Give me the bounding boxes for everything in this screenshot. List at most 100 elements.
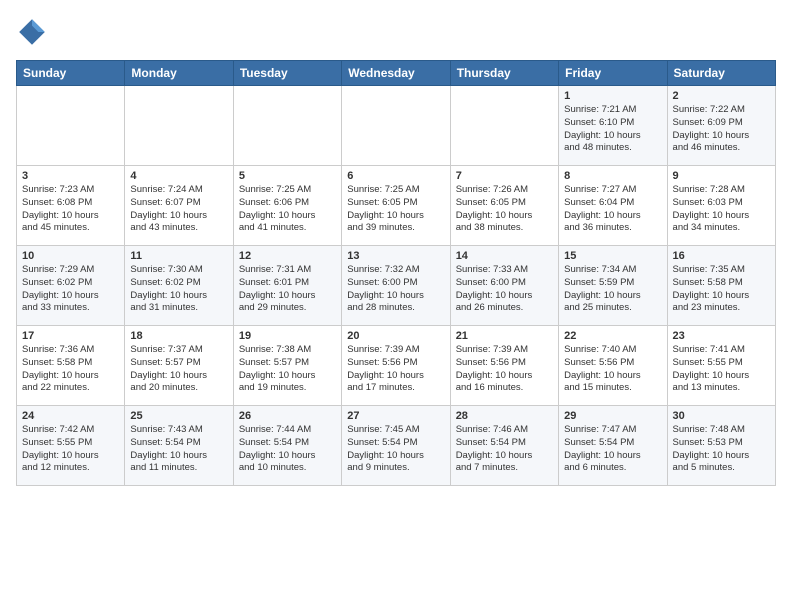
day-number: 19: [239, 330, 336, 342]
day-info: Sunrise: 7:31 AM Sunset: 6:01 PM Dayligh…: [239, 264, 336, 315]
calendar-cell: 8 Sunrise: 7:27 AM Sunset: 6:04 PM Daylig…: [559, 166, 667, 246]
day-info: Sunrise: 7:44 AM Sunset: 5:54 PM Dayligh…: [239, 424, 336, 475]
calendar-cell: [233, 86, 341, 166]
calendar-cell: 16 Sunrise: 7:35 AM Sunset: 5:58 PM Dayli…: [667, 246, 775, 326]
week-row-3: 10 Sunrise: 7:29 AM Sunset: 6:02 PM Dayli…: [17, 246, 776, 326]
day-info: Sunrise: 7:38 AM Sunset: 5:57 PM Dayligh…: [239, 344, 336, 395]
day-number: 17: [22, 330, 119, 342]
day-number: 1: [564, 90, 661, 102]
day-number: 10: [22, 250, 119, 262]
weekday-saturday: Saturday: [667, 61, 775, 86]
day-number: 8: [564, 170, 661, 182]
day-number: 12: [239, 250, 336, 262]
day-number: 29: [564, 410, 661, 422]
calendar-cell: 27 Sunrise: 7:45 AM Sunset: 5:54 PM Dayli…: [342, 406, 450, 486]
calendar-cell: 14 Sunrise: 7:33 AM Sunset: 6:00 PM Dayli…: [450, 246, 558, 326]
calendar-cell: 24Sunrise: 7:42 AM Sunset: 5:55 PM Dayli…: [17, 406, 125, 486]
day-number: 15: [564, 250, 661, 262]
calendar-cell: 2 Sunrise: 7:22 AM Sunset: 6:09 PM Daylig…: [667, 86, 775, 166]
day-number: 4: [130, 170, 227, 182]
weekday-friday: Friday: [559, 61, 667, 86]
day-info: Sunrise: 7:37 AM Sunset: 5:57 PM Dayligh…: [130, 344, 227, 395]
day-number: 2: [673, 90, 770, 102]
calendar-cell: 10 Sunrise: 7:29 AM Sunset: 6:02 PM Dayli…: [17, 246, 125, 326]
week-row-1: 1Sunrise: 7:21 AM Sunset: 6:10 PM Daylig…: [17, 86, 776, 166]
calendar-cell: 30 Sunrise: 7:48 AM Sunset: 5:53 PM Dayli…: [667, 406, 775, 486]
calendar-cell: [17, 86, 125, 166]
calendar-cell: 1Sunrise: 7:21 AM Sunset: 6:10 PM Daylig…: [559, 86, 667, 166]
day-info: Sunrise: 7:47 AM Sunset: 5:54 PM Dayligh…: [564, 424, 661, 475]
day-info: Sunrise: 7:43 AM Sunset: 5:54 PM Dayligh…: [130, 424, 227, 475]
weekday-tuesday: Tuesday: [233, 61, 341, 86]
day-number: 13: [347, 250, 444, 262]
day-number: 23: [673, 330, 770, 342]
day-number: 7: [456, 170, 553, 182]
day-number: 28: [456, 410, 553, 422]
day-number: 3: [22, 170, 119, 182]
day-info: Sunrise: 7:27 AM Sunset: 6:04 PM Dayligh…: [564, 184, 661, 235]
day-info: Sunrise: 7:36 AM Sunset: 5:58 PM Dayligh…: [22, 344, 119, 395]
day-info: Sunrise: 7:46 AM Sunset: 5:54 PM Dayligh…: [456, 424, 553, 475]
day-number: 11: [130, 250, 227, 262]
calendar-cell: 26 Sunrise: 7:44 AM Sunset: 5:54 PM Dayli…: [233, 406, 341, 486]
calendar-cell: 29 Sunrise: 7:47 AM Sunset: 5:54 PM Dayli…: [559, 406, 667, 486]
day-info: Sunrise: 7:39 AM Sunset: 5:56 PM Dayligh…: [347, 344, 444, 395]
calendar-cell: 7 Sunrise: 7:26 AM Sunset: 6:05 PM Daylig…: [450, 166, 558, 246]
weekday-sunday: Sunday: [17, 61, 125, 86]
day-info: Sunrise: 7:35 AM Sunset: 5:58 PM Dayligh…: [673, 264, 770, 315]
day-number: 18: [130, 330, 227, 342]
calendar-cell: [125, 86, 233, 166]
week-row-4: 17 Sunrise: 7:36 AM Sunset: 5:58 PM Dayli…: [17, 326, 776, 406]
logo: [16, 16, 52, 48]
logo-icon: [16, 16, 48, 48]
calendar-cell: 5Sunrise: 7:25 AM Sunset: 6:06 PM Daylig…: [233, 166, 341, 246]
day-info: Sunrise: 7:25 AM Sunset: 6:06 PM Dayligh…: [239, 184, 336, 235]
calendar-cell: 23 Sunrise: 7:41 AM Sunset: 5:55 PM Dayli…: [667, 326, 775, 406]
calendar-cell: 11 Sunrise: 7:30 AM Sunset: 6:02 PM Dayli…: [125, 246, 233, 326]
day-info: Sunrise: 7:40 AM Sunset: 5:56 PM Dayligh…: [564, 344, 661, 395]
calendar-cell: 3 Sunrise: 7:23 AM Sunset: 6:08 PM Daylig…: [17, 166, 125, 246]
day-info: Sunrise: 7:39 AM Sunset: 5:56 PM Dayligh…: [456, 344, 553, 395]
weekday-header-row: SundayMondayTuesdayWednesdayThursdayFrid…: [17, 61, 776, 86]
day-info: Sunrise: 7:24 AM Sunset: 6:07 PM Dayligh…: [130, 184, 227, 235]
day-number: 30: [673, 410, 770, 422]
day-number: 21: [456, 330, 553, 342]
calendar-table: SundayMondayTuesdayWednesdayThursdayFrid…: [16, 60, 776, 486]
calendar-cell: 21 Sunrise: 7:39 AM Sunset: 5:56 PM Dayli…: [450, 326, 558, 406]
day-number: 6: [347, 170, 444, 182]
day-number: 26: [239, 410, 336, 422]
day-info: Sunrise: 7:26 AM Sunset: 6:05 PM Dayligh…: [456, 184, 553, 235]
day-info: Sunrise: 7:32 AM Sunset: 6:00 PM Dayligh…: [347, 264, 444, 315]
weekday-thursday: Thursday: [450, 61, 558, 86]
calendar-cell: 15 Sunrise: 7:34 AM Sunset: 5:59 PM Dayli…: [559, 246, 667, 326]
weekday-monday: Monday: [125, 61, 233, 86]
day-number: 9: [673, 170, 770, 182]
day-number: 25: [130, 410, 227, 422]
day-info: Sunrise: 7:45 AM Sunset: 5:54 PM Dayligh…: [347, 424, 444, 475]
calendar-cell: 4 Sunrise: 7:24 AM Sunset: 6:07 PM Daylig…: [125, 166, 233, 246]
calendar-cell: 19 Sunrise: 7:38 AM Sunset: 5:57 PM Dayli…: [233, 326, 341, 406]
day-info: Sunrise: 7:23 AM Sunset: 6:08 PM Dayligh…: [22, 184, 119, 235]
day-number: 16: [673, 250, 770, 262]
day-info: Sunrise: 7:41 AM Sunset: 5:55 PM Dayligh…: [673, 344, 770, 395]
day-info: Sunrise: 7:25 AM Sunset: 6:05 PM Dayligh…: [347, 184, 444, 235]
week-row-5: 24Sunrise: 7:42 AM Sunset: 5:55 PM Dayli…: [17, 406, 776, 486]
calendar-cell: 28 Sunrise: 7:46 AM Sunset: 5:54 PM Dayli…: [450, 406, 558, 486]
calendar-body: 1Sunrise: 7:21 AM Sunset: 6:10 PM Daylig…: [17, 86, 776, 486]
calendar-cell: 18 Sunrise: 7:37 AM Sunset: 5:57 PM Dayli…: [125, 326, 233, 406]
day-info: Sunrise: 7:34 AM Sunset: 5:59 PM Dayligh…: [564, 264, 661, 315]
calendar-cell: 12 Sunrise: 7:31 AM Sunset: 6:01 PM Dayli…: [233, 246, 341, 326]
day-number: 27: [347, 410, 444, 422]
weekday-wednesday: Wednesday: [342, 61, 450, 86]
calendar-cell: 17 Sunrise: 7:36 AM Sunset: 5:58 PM Dayli…: [17, 326, 125, 406]
calendar-cell: [450, 86, 558, 166]
day-info: Sunrise: 7:22 AM Sunset: 6:09 PM Dayligh…: [673, 104, 770, 155]
day-number: 14: [456, 250, 553, 262]
calendar-cell: 20Sunrise: 7:39 AM Sunset: 5:56 PM Dayli…: [342, 326, 450, 406]
day-number: 22: [564, 330, 661, 342]
day-info: Sunrise: 7:30 AM Sunset: 6:02 PM Dayligh…: [130, 264, 227, 315]
day-info: Sunrise: 7:48 AM Sunset: 5:53 PM Dayligh…: [673, 424, 770, 475]
day-info: Sunrise: 7:33 AM Sunset: 6:00 PM Dayligh…: [456, 264, 553, 315]
week-row-2: 3 Sunrise: 7:23 AM Sunset: 6:08 PM Daylig…: [17, 166, 776, 246]
day-info: Sunrise: 7:29 AM Sunset: 6:02 PM Dayligh…: [22, 264, 119, 315]
